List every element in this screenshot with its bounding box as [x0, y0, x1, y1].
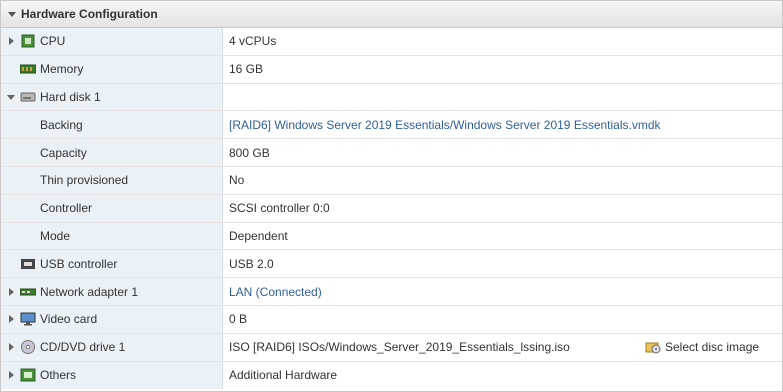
row-thin-provisioned: Thin provisioned No [1, 166, 782, 195]
expand-chevron-icon[interactable] [9, 37, 14, 46]
row-label: Controller [40, 201, 93, 216]
row-mode: Mode Dependent [1, 222, 782, 251]
usb-icon [20, 257, 36, 271]
monitor-icon [20, 312, 36, 326]
others-icon [20, 368, 36, 382]
row-memory-label-cell: Memory [1, 55, 223, 83]
hard-disk-icon [20, 90, 36, 104]
cd-icon [20, 340, 36, 355]
row-label: Capacity [40, 145, 87, 160]
row-capacity: Capacity 800 GB [1, 139, 782, 167]
row-label: Hard disk 1 [40, 89, 101, 104]
row-mode-label-cell: Mode [1, 222, 223, 250]
row-label: Backing [40, 117, 83, 132]
row-video-card: Video card 0 B [1, 305, 782, 334]
row-cpu-label-cell: CPU [1, 28, 223, 55]
row-cd-label-cell: CD/DVD drive 1 [1, 333, 223, 361]
memory-icon [19, 62, 37, 76]
row-network-label-cell: Network adapter 1 [1, 278, 223, 305]
row-others: Others Additional Hardware [1, 361, 782, 390]
row-value: 800 GB [229, 145, 270, 160]
expand-chevron-icon[interactable] [9, 315, 14, 324]
row-hard-disk: Hard disk 1 [1, 83, 782, 112]
network-adapter-icon [19, 285, 37, 299]
row-label: Memory [40, 62, 84, 77]
row-others-label-cell: Others [1, 361, 223, 390]
row-backing: Backing [RAID6] Windows Server 2019 Esse… [1, 111, 782, 140]
row-memory: Memory 16 GB [1, 55, 782, 84]
row-value: 0 B [229, 312, 248, 327]
row-label: Others [40, 368, 77, 383]
hardware-configuration-panel: Hardware Configuration CPU 4 vCPUs Memor… [0, 0, 783, 392]
row-video-label-cell: Video card [1, 305, 223, 333]
row-capacity-label-cell: Capacity [1, 139, 223, 166]
row-label: CPU [40, 34, 66, 49]
expand-chevron-icon[interactable] [9, 343, 14, 352]
row-label: Network adapter 1 [40, 284, 139, 299]
row-usb-label-cell: USB controller [1, 250, 223, 278]
row-cpu: CPU 4 vCPUs [1, 28, 782, 56]
row-thin-label-cell: Thin provisioned [1, 166, 223, 194]
collapse-caret-icon[interactable] [8, 12, 16, 17]
row-hard-disk-label-cell: Hard disk 1 [1, 83, 223, 111]
cpu-icon [20, 34, 36, 48]
row-label: CD/DVD drive 1 [40, 340, 126, 355]
row-label: Thin provisioned [40, 173, 129, 188]
section-title: Hardware Configuration [21, 7, 158, 21]
row-value: Additional Hardware [229, 368, 338, 383]
network-link[interactable]: LAN (Connected) [229, 285, 322, 299]
expand-chevron-icon[interactable] [9, 371, 14, 380]
select-disc-image-label: Select disc image [665, 340, 760, 355]
row-network-adapter: Network adapter 1 LAN (Connected) [1, 278, 782, 306]
row-label: USB controller [40, 256, 118, 271]
section-header[interactable]: Hardware Configuration [1, 1, 782, 28]
row-backing-label-cell: Backing [1, 111, 223, 139]
row-value: Dependent [229, 228, 288, 243]
row-value: No [229, 173, 245, 188]
row-value: USB 2.0 [229, 256, 274, 271]
row-usb-controller: USB controller USB 2.0 [1, 250, 782, 279]
row-value: ISO [RAID6] ISOs/Windows_Server_2019_Ess… [229, 340, 570, 355]
row-controller: Controller SCSI controller 0:0 [1, 194, 782, 223]
row-label: Video card [40, 312, 98, 327]
row-controller-label-cell: Controller [1, 194, 223, 222]
expand-chevron-icon[interactable] [9, 287, 14, 296]
backing-link[interactable]: [RAID6] Windows Server 2019 Essentials/W… [229, 118, 661, 132]
row-cd-dvd: CD/DVD drive 1 ISO [RAID6] ISOs/Windows_… [1, 333, 782, 362]
select-disc-image-button[interactable]: Select disc image [645, 340, 759, 354]
row-value: SCSI controller 0:0 [229, 201, 330, 216]
row-value: 4 vCPUs [229, 34, 277, 49]
disc-folder-icon [645, 342, 661, 354]
row-label: Mode [40, 228, 71, 243]
row-value: 16 GB [229, 62, 264, 77]
collapse-chevron-icon[interactable] [7, 94, 15, 100]
